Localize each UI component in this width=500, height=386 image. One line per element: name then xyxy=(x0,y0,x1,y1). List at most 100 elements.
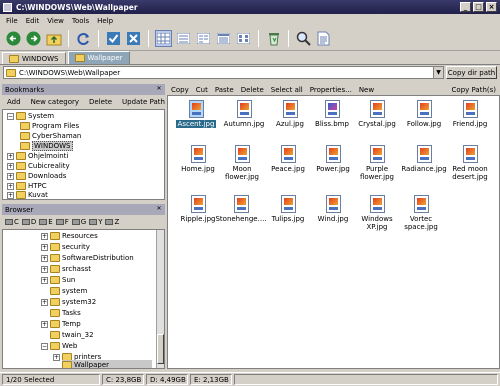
refresh-button[interactable] xyxy=(75,30,92,47)
new-button[interactable]: New xyxy=(359,86,374,94)
check-button[interactable] xyxy=(105,30,122,47)
bookmark-update-path-button[interactable]: Update Path xyxy=(122,98,165,106)
document-button[interactable] xyxy=(315,30,332,47)
tree-item-program-files[interactable]: Program Files xyxy=(20,121,79,131)
properties-button[interactable]: Properties... xyxy=(310,86,352,94)
tree-item-cybershaman[interactable]: CyberShaman xyxy=(20,131,81,141)
up-folder-button[interactable] xyxy=(45,30,62,47)
expand-icon[interactable]: + xyxy=(7,162,14,170)
scroll-thumb[interactable] xyxy=(157,334,164,364)
menu-file[interactable]: File xyxy=(6,17,18,25)
tree-item-downloads[interactable]: + Downloads xyxy=(7,171,66,181)
expand-icon: + xyxy=(41,320,48,328)
collapse-icon[interactable]: − xyxy=(7,112,14,120)
drive-z[interactable]: Z xyxy=(105,218,119,226)
browser-title: Browser xyxy=(5,205,34,214)
close-icon[interactable]: ✕ xyxy=(155,205,163,213)
file-item[interactable]: Vortec space.jpg xyxy=(395,195,447,231)
tree-item[interactable]: + security xyxy=(41,242,90,252)
expand-icon[interactable]: + xyxy=(7,152,14,160)
tab-wallpaper[interactable]: Wallpaper xyxy=(67,51,130,64)
tree-item[interactable]: system xyxy=(50,286,87,296)
expand-icon: + xyxy=(41,265,48,273)
recycle-button[interactable] xyxy=(265,30,282,47)
maximize-button[interactable]: □ xyxy=(473,2,484,12)
tree-item-system[interactable]: − System xyxy=(7,111,54,121)
details-view-icon xyxy=(217,33,230,44)
bookmark-new-category-button[interactable]: New category xyxy=(31,98,79,106)
file-item[interactable]: Radiance.jpg xyxy=(398,145,450,173)
address-bar[interactable]: C:\WINDOWS\Web\Wallpaper ▼ xyxy=(3,66,444,79)
copy-button[interactable]: Copy xyxy=(171,86,189,94)
view-icons-button[interactable] xyxy=(175,30,192,47)
bookmarks-title: Bookmarks xyxy=(5,85,45,94)
select-all-button[interactable]: Select all xyxy=(271,86,303,94)
file-item[interactable]: Crystal.jpg xyxy=(351,100,403,128)
view-details-button[interactable] xyxy=(215,30,232,47)
tree-item[interactable]: + SoftwareDistribution xyxy=(41,253,134,263)
view-list-button[interactable] xyxy=(195,30,212,47)
tree-item[interactable]: twain_32 xyxy=(50,330,94,340)
file-item[interactable]: Purple flower.jpg xyxy=(351,145,403,181)
expand-icon[interactable]: + xyxy=(7,191,14,199)
tree-item-windows[interactable]: WINDOWS xyxy=(20,141,73,151)
paste-button[interactable]: Paste xyxy=(215,86,234,94)
menu-edit[interactable]: Edit xyxy=(26,17,40,25)
file-item[interactable]: Ascent.jpg xyxy=(170,100,222,128)
file-item[interactable]: Stonehenge.... xyxy=(215,195,267,223)
back-button[interactable] xyxy=(5,30,22,47)
drive-c[interactable]: C xyxy=(5,218,19,226)
file-item[interactable]: Red moon desert.jpg xyxy=(444,145,496,181)
copy-dir-path-button[interactable]: Copy dir path xyxy=(446,66,497,79)
bookmark-add-button[interactable]: Add xyxy=(7,98,21,106)
status-drive-d: D: 4,49GB xyxy=(146,374,188,385)
tree-item[interactable]: − Web xyxy=(41,341,77,351)
expand-icon[interactable]: + xyxy=(7,182,14,190)
close-icon[interactable]: ✕ xyxy=(155,85,163,93)
forward-arrow-icon xyxy=(26,31,41,46)
file-actions-bar: Copy Cut Paste Delete Select all Propert… xyxy=(167,84,500,95)
search-button[interactable] xyxy=(295,30,312,47)
toolbar-separator xyxy=(148,30,149,47)
tree-item-cubicreality[interactable]: + Cubicreality xyxy=(7,161,70,171)
tree-item-selected[interactable]: Wallpaper xyxy=(62,360,152,368)
view-tiles-button[interactable] xyxy=(235,30,252,47)
tree-item-ohjelmointi[interactable]: + Ohjelmointi xyxy=(7,151,68,161)
tab-windows[interactable]: WINDOWS xyxy=(2,52,66,64)
drive-g[interactable]: G xyxy=(71,218,86,226)
drive-e[interactable]: E xyxy=(39,218,53,226)
tree-item[interactable]: + Sun xyxy=(41,275,75,285)
folder-icon xyxy=(50,331,60,339)
toolbar xyxy=(0,27,500,51)
view-thumbnails-button[interactable] xyxy=(155,30,172,47)
folder-icon xyxy=(50,276,60,284)
tree-item-kuvat[interactable]: + Kuvat xyxy=(7,190,48,199)
tree-item[interactable]: + Resources xyxy=(41,231,98,241)
drive-f[interactable]: F xyxy=(55,218,69,226)
file-item[interactable]: Friend.jpg xyxy=(444,100,496,128)
minimize-button[interactable]: _ xyxy=(460,2,471,12)
tree-item[interactable]: Tasks xyxy=(50,308,81,318)
tree-item[interactable]: + system32 xyxy=(41,297,96,307)
bookmark-delete-button[interactable]: Delete xyxy=(89,98,112,106)
cut-button[interactable]: Cut xyxy=(196,86,208,94)
menu-view[interactable]: View xyxy=(47,17,64,25)
file-item[interactable]: Autumn.jpg xyxy=(218,100,270,128)
tree-item[interactable]: + srchasst xyxy=(41,264,91,274)
menu-help[interactable]: Help xyxy=(97,17,113,25)
drive-d[interactable]: D xyxy=(21,218,36,226)
tree-item[interactable]: + Temp xyxy=(41,319,81,329)
expand-icon[interactable]: + xyxy=(7,172,14,180)
tree-scrollbar[interactable] xyxy=(156,230,164,368)
forward-button[interactable] xyxy=(25,30,42,47)
chevron-down-icon[interactable]: ▼ xyxy=(433,67,443,78)
menu-tools[interactable]: Tools xyxy=(72,17,89,25)
file-item[interactable]: Moon flower.jpg xyxy=(216,145,268,181)
drive-y[interactable]: Y xyxy=(89,218,102,226)
copy-paths-button[interactable]: Copy Path(s) xyxy=(452,86,496,94)
delete-button[interactable]: Delete xyxy=(241,86,264,94)
image-file-icon xyxy=(369,145,385,163)
close-button[interactable]: × xyxy=(486,2,497,12)
uncheck-button[interactable] xyxy=(125,30,142,47)
file-item[interactable]: Follow.jpg xyxy=(398,100,450,128)
